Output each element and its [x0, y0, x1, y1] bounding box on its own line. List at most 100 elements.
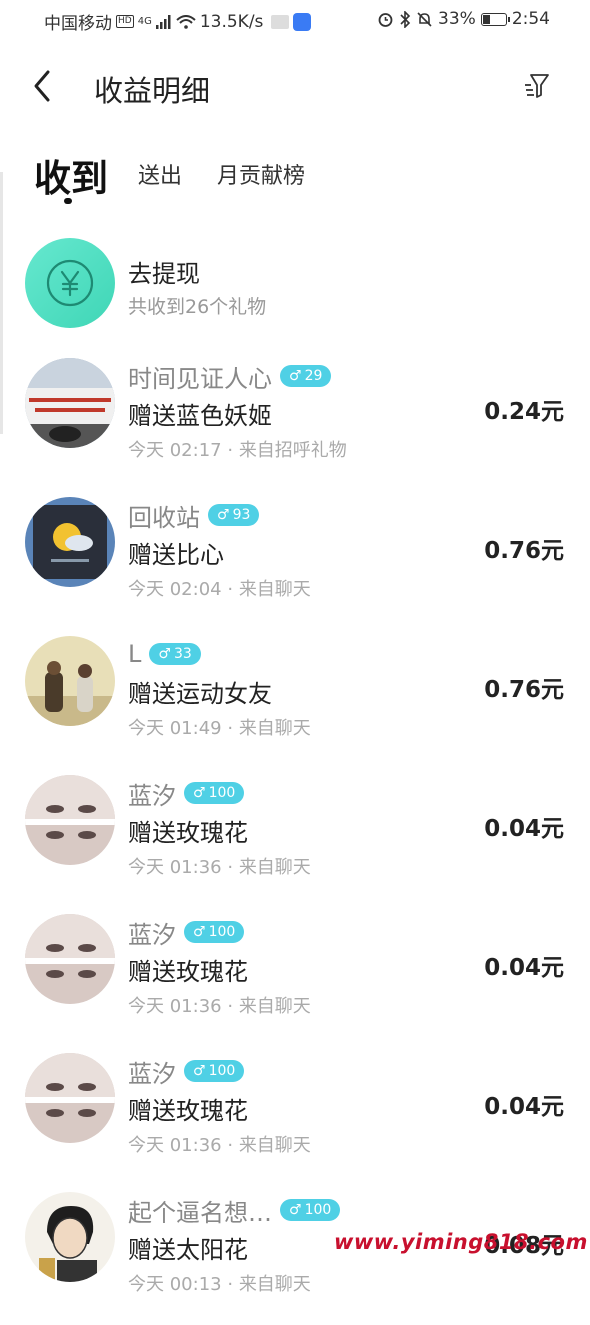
- meta-separator: ·: [227, 996, 234, 1017]
- list-item[interactable]: 蓝汐 ♂ 100 赠送玫瑰花 今天 01:36 · 来自聊天 0.04元: [0, 908, 590, 1047]
- battery-icon: [480, 12, 510, 26]
- yen-icon: [46, 259, 94, 307]
- male-icon: ♂: [289, 368, 302, 384]
- filter-icon: [525, 74, 549, 98]
- avatar-image: [25, 636, 115, 726]
- network-type: 4G: [137, 16, 152, 27]
- record-source: 来自聊天: [238, 1274, 311, 1295]
- back-button[interactable]: [26, 66, 62, 106]
- avatar[interactable]: [25, 914, 115, 1004]
- male-icon: ♂: [158, 646, 171, 662]
- meta-separator: ·: [227, 440, 234, 461]
- username[interactable]: 蓝汐: [128, 1054, 176, 1089]
- amount: 0.76元: [484, 677, 564, 703]
- record-time: 今天 01:36: [128, 996, 222, 1017]
- tab-bar: 收到 送出 月贡献榜: [34, 148, 554, 208]
- hd-icon: HD: [116, 15, 134, 28]
- gift-text: 赠送太阳花: [128, 1236, 248, 1264]
- level-badge: ♂ 100: [184, 921, 245, 943]
- tab-monthly-ranking[interactable]: 月贡献榜: [217, 158, 305, 190]
- avatar-image: [25, 775, 115, 865]
- male-icon: ♂: [193, 1063, 206, 1079]
- username[interactable]: 起个逼名想…: [128, 1193, 272, 1228]
- level-value: 100: [208, 1063, 236, 1079]
- list-item[interactable]: 时间见证人心 ♂ 29 赠送蓝色妖姬 今天 02:17 · 来自招呼礼物 0.2…: [0, 352, 590, 491]
- avatar[interactable]: [25, 1053, 115, 1143]
- bluetooth-icon: [400, 10, 411, 28]
- gift-text: 赠送玫瑰花: [128, 819, 248, 847]
- carrier-name: 中国移动: [44, 14, 112, 34]
- gift-text: 赠送蓝色妖姬: [128, 402, 272, 430]
- level-value: 100: [208, 924, 236, 940]
- record-meta: 今天 02:17 · 来自招呼礼物: [128, 436, 347, 462]
- gift-text: 赠送玫瑰花: [128, 958, 248, 986]
- withdraw-row[interactable]: 去提现 共收到26个礼物: [0, 236, 590, 332]
- record-source: 来自聊天: [238, 718, 311, 739]
- tab-sent[interactable]: 送出: [138, 158, 182, 190]
- list-item[interactable]: L ♂ 33 赠送运动女友 今天 01:49 · 来自聊天 0.76元: [0, 630, 590, 769]
- amount: 0.04元: [484, 1094, 564, 1120]
- signal-icon: [155, 14, 171, 29]
- user-line: 蓝汐 ♂ 100: [128, 1054, 245, 1089]
- list-item[interactable]: 回收站 ♂ 93 赠送比心 今天 02:04 · 来自聊天 0.76元: [0, 491, 590, 630]
- username[interactable]: 时间见证人心: [128, 359, 272, 394]
- level-badge: ♂ 93: [208, 504, 260, 526]
- watermark: www.yiming818.com: [334, 1230, 588, 1254]
- list-item[interactable]: 蓝汐 ♂ 100 赠送玫瑰花 今天 01:36 · 来自聊天 0.04元: [0, 1047, 590, 1186]
- avatar[interactable]: [25, 1192, 115, 1282]
- level-badge: ♂ 33: [149, 643, 201, 665]
- avatar-image: [25, 497, 115, 587]
- avatar-image: [25, 914, 115, 1004]
- filter-button[interactable]: [520, 70, 552, 102]
- level-value: 93: [232, 507, 251, 523]
- record-source: 来自聊天: [238, 857, 311, 878]
- level-value: 100: [208, 785, 236, 801]
- record-source: 来自聊天: [238, 996, 311, 1017]
- page-title: 收益明细: [94, 74, 211, 108]
- username[interactable]: 蓝汐: [128, 776, 176, 811]
- record-time: 今天 02:17: [128, 440, 222, 461]
- user-line: 回收站 ♂ 93: [128, 498, 260, 533]
- avatar-image: [25, 1053, 115, 1143]
- withdraw-subtitle: 共收到26个礼物: [128, 296, 267, 318]
- status-left: 中国移动 HD 4G 13.5K/s: [44, 9, 312, 34]
- wifi-icon: [176, 14, 196, 29]
- record-meta: 今天 01:36 · 来自聊天: [128, 1131, 311, 1157]
- username[interactable]: L: [128, 640, 141, 668]
- meta-separator: ·: [227, 857, 234, 878]
- list-item[interactable]: 起个逼名想… ♂ 100 赠送太阳花 今天 00:13 · 来自聊天 0.08元: [0, 1186, 590, 1325]
- avatar-image: [25, 1192, 115, 1282]
- level-badge: ♂ 100: [280, 1199, 341, 1221]
- avatar[interactable]: [25, 497, 115, 587]
- level-value: 29: [304, 368, 323, 384]
- gift-text: 赠送比心: [128, 541, 224, 569]
- meta-separator: ·: [227, 1274, 234, 1295]
- record-time: 今天 00:13: [128, 1274, 222, 1295]
- level-value: 33: [173, 646, 192, 662]
- alarm-icon: [378, 12, 393, 27]
- withdraw-icon-circle: [25, 238, 115, 328]
- username[interactable]: 蓝汐: [128, 915, 176, 950]
- record-time: 今天 02:04: [128, 579, 222, 600]
- record-meta: 今天 00:13 · 来自聊天: [128, 1270, 311, 1296]
- battery-percent: 33%: [438, 9, 476, 29]
- gift-text: 赠送玫瑰花: [128, 1097, 248, 1125]
- chevron-left-icon: [34, 70, 50, 102]
- clock: 2:54: [511, 9, 550, 29]
- level-value: 100: [304, 1202, 332, 1218]
- withdraw-title: 去提现: [128, 260, 200, 288]
- avatar[interactable]: [25, 358, 115, 448]
- network-speed: 13.5K/s: [199, 11, 264, 32]
- male-icon: ♂: [217, 507, 230, 523]
- record-source: 来自聊天: [238, 579, 311, 600]
- tab-received[interactable]: 收到: [34, 148, 108, 202]
- record-meta: 今天 01:36 · 来自聊天: [128, 992, 311, 1018]
- gift-text: 赠送运动女友: [128, 680, 272, 708]
- list-item[interactable]: 蓝汐 ♂ 100 赠送玫瑰花 今天 01:36 · 来自聊天 0.04元: [0, 769, 590, 908]
- male-icon: ♂: [289, 1202, 302, 1218]
- app-header: 收益明细: [0, 56, 590, 116]
- avatar[interactable]: [25, 775, 115, 865]
- avatar[interactable]: [25, 636, 115, 726]
- username[interactable]: 回收站: [128, 498, 200, 533]
- app-notification-icon: [293, 12, 312, 31]
